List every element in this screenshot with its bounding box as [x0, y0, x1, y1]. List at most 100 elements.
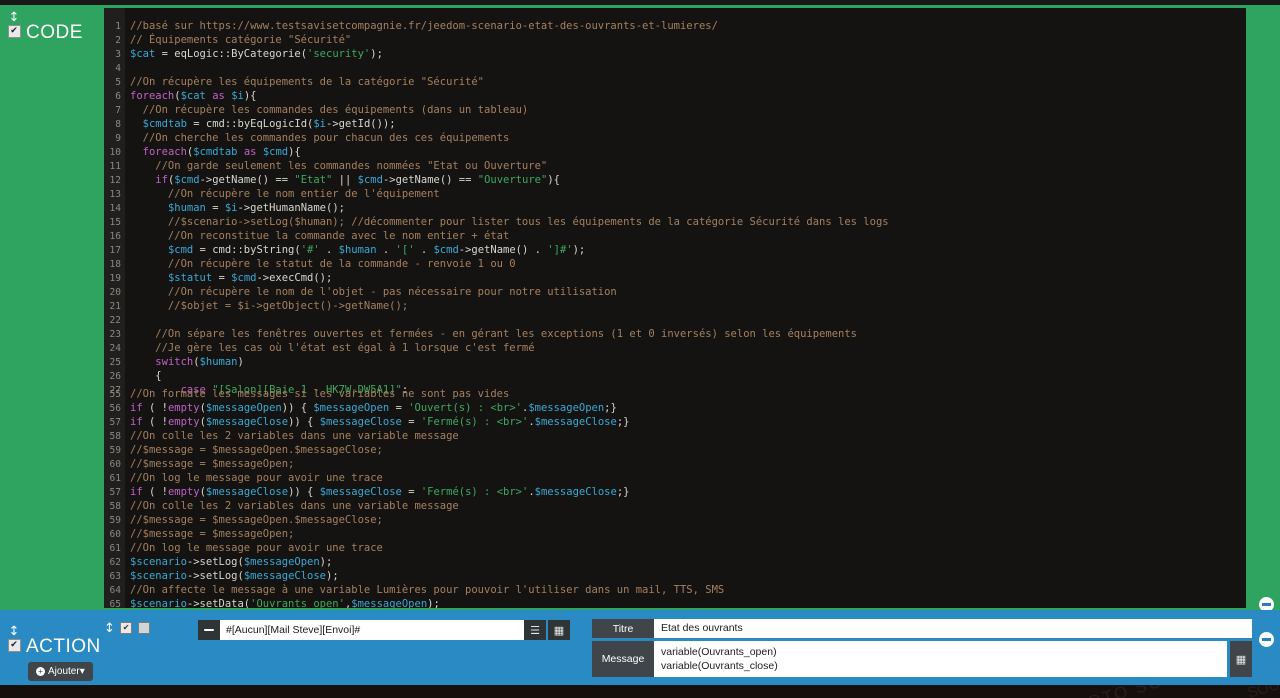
code-line[interactable]: 19 $statut = $cmd->execCmd();	[104, 272, 1246, 286]
code-line[interactable]: 2 // Équipements catégorie "Sécurité"	[104, 34, 1246, 48]
action-row-stop-icon[interactable]	[138, 621, 151, 634]
code-line[interactable]: 61 //On log le message pour avoir une tra…	[104, 542, 1246, 556]
code-line[interactable]: 21 //$objet = $i->getObject()->getName()…	[104, 300, 1246, 314]
line-number: 8	[115, 119, 121, 130]
code-line[interactable]: 22	[104, 314, 1246, 328]
code-line[interactable]: 24 //Je gère les cas où l'état est égal …	[104, 342, 1246, 356]
code-line-text: //$scenario->setLog($human); //décomment…	[130, 216, 889, 228]
code-panel-title: CODE	[26, 22, 83, 43]
code-line-text: $human = $i->getHumanName();	[167, 202, 345, 214]
code-line[interactable]: 8 $cmdtab = cmd::byEqLogicId($i->getId()…	[104, 118, 1246, 132]
code-line[interactable]: 56 if ( !empty($messageOpen)) { $messageO…	[104, 402, 1246, 416]
line-number: 15	[109, 217, 121, 228]
code-line-text: //$message = $messageOpen;	[130, 528, 295, 540]
code-line-text: if ( !empty($messageClose)) { $messageCl…	[130, 416, 630, 428]
line-number: 56	[109, 403, 121, 414]
line-number: 61	[109, 473, 121, 484]
code-line[interactable]: 17 $cmd = cmd::byString('#' . $human . '…	[104, 244, 1246, 258]
code-line[interactable]: 16 //On reconstitue la commande avec le …	[104, 230, 1246, 244]
code-line[interactable]: 12 if($cmd->getName() == "Etat" || $cmd-…	[104, 174, 1246, 188]
code-line-text: //On récupère les équipements de la caté…	[130, 76, 485, 88]
line-number: 24	[109, 343, 121, 354]
line-number: 61	[109, 543, 121, 554]
code-text-area[interactable]: 1 //basé sur https://www.testsavisetcompa…	[104, 8, 1246, 608]
code-line[interactable]: 18 //On récupère le statut de la command…	[104, 258, 1246, 272]
field-row-message: Message variable(Ouvrants_open) variable…	[592, 641, 1252, 677]
code-line[interactable]: 14 $human = $i->getHumanName();	[104, 202, 1246, 216]
code-line-text: //On récupère le statut de la commande -…	[130, 258, 516, 270]
code-line-text: //On récupère les commandes des équipeme…	[130, 104, 529, 116]
code-line[interactable]: 13 //On récupère le nom entier de l'équi…	[104, 188, 1246, 202]
field-input-titre[interactable]	[654, 619, 1252, 638]
code-line[interactable]: 59 //$message = $messageOpen.$messageClos…	[104, 444, 1246, 458]
updown-arrow-icon[interactable]: ↕	[6, 624, 22, 638]
updown-arrow-icon[interactable]: ↕	[104, 621, 115, 636]
code-line[interactable]: 7 //On récupère les commandes des équipe…	[104, 104, 1246, 118]
watermark-text-2: SOUS	[1246, 685, 1280, 698]
action-command-row: ☰ ▦	[198, 620, 570, 640]
action-enabled-checkbox[interactable]: ✔	[7, 639, 21, 652]
line-number: 2	[115, 35, 121, 46]
action-drag-handle[interactable]: ↕ ✔	[6, 624, 22, 652]
code-line[interactable]: 6 foreach($cat as $i){	[104, 90, 1246, 104]
code-line[interactable]: 20 //On récupère le nom de l'objet - pas…	[104, 286, 1246, 300]
code-line[interactable]: 23 //On sépare les fenêtres ouvertes et …	[104, 328, 1246, 342]
code-line[interactable]: 15 //$scenario->setLog($human); //décomm…	[104, 216, 1246, 230]
code-line[interactable]: 57 if ( !empty($messageClose)) { $message…	[104, 486, 1246, 500]
code-line[interactable]: 25 switch($human)	[104, 356, 1246, 370]
code-line-text: $statut = $cmd->execCmd();	[167, 272, 333, 284]
code-line-text: //On reconstitue la commande avec le nom…	[130, 230, 510, 242]
code-line[interactable]: 58 //On colle les 2 variables dans une va…	[104, 500, 1246, 514]
code-line[interactable]: 65 $scenario->setData('Ouvrants_open',$me…	[104, 598, 1246, 608]
code-line[interactable]: 64 //On affecte le message à une variable…	[104, 584, 1246, 598]
code-drag-handle[interactable]: ↕ ✔	[6, 10, 22, 45]
code-line[interactable]: 58 //On colle les 2 variables dans une va…	[104, 430, 1246, 444]
line-number: 14	[109, 203, 121, 214]
code-line-text: $cmd = cmd::byString('#' . $human . '[' …	[167, 244, 586, 256]
code-line-text: //On affecte le message à une variable L…	[130, 584, 725, 596]
list-icon[interactable]: ☰	[524, 620, 546, 640]
code-line[interactable]: 26 {	[104, 370, 1246, 384]
line-number: 64	[109, 585, 121, 596]
code-line[interactable]: 55 //On formate les messages si les varia…	[104, 388, 1246, 402]
grid-icon[interactable]: ▦	[548, 620, 570, 640]
line-number: 12	[109, 175, 121, 186]
code-line[interactable]: 60 //$message = $messageOpen;	[104, 528, 1246, 542]
code-line[interactable]: 60 //$message = $messageOpen;	[104, 458, 1246, 472]
code-enabled-checkbox[interactable]: ✔	[7, 25, 21, 38]
code-line[interactable]: 3 $cat = eqLogic::ByCategorie('security')…	[104, 48, 1246, 62]
action-command-input[interactable]	[220, 620, 524, 640]
action-row-checkbox[interactable]: ✔	[120, 621, 133, 634]
code-line[interactable]: 4	[104, 62, 1246, 76]
code-line[interactable]: 63 $scenario->setLog($messageClose);	[104, 570, 1246, 584]
code-line[interactable]: 1 //basé sur https://www.testsavisetcompa…	[104, 20, 1246, 34]
line-number: 60	[109, 529, 121, 540]
code-line[interactable]: 57 if ( !empty($messageClose)) { $message…	[104, 416, 1246, 430]
code-scrollbar[interactable]	[1247, 5, 1254, 610]
code-line-text: //On récupère le nom de l'objet - pas né…	[130, 286, 617, 298]
code-line-text: //On formate les messages si les variabl…	[130, 388, 510, 400]
line-number: 26	[109, 371, 121, 382]
action-row-handle[interactable]: ↕ ✔	[104, 621, 154, 636]
code-line-text: //basé sur https://www.testsavisetcompag…	[130, 20, 718, 32]
remove-action-button[interactable]	[198, 620, 220, 640]
line-number: 62	[109, 557, 121, 568]
code-line[interactable]: 61 //On log le message pour avoir une tra…	[104, 472, 1246, 486]
code-line[interactable]: 5 //On récupère les équipements de la cat…	[104, 76, 1246, 90]
message-picker-icon[interactable]: ▦	[1230, 641, 1252, 677]
action-collapse-button[interactable]	[1259, 632, 1274, 647]
code-line[interactable]: 62 $scenario->setLog($messageOpen);	[104, 556, 1246, 570]
code-line[interactable]: 9 //On cherche les commandes pour chacun…	[104, 132, 1246, 146]
code-line[interactable]: 59 //$message = $messageOpen.$messageClos…	[104, 514, 1246, 528]
code-line-text: //On cherche les commandes pour chacun d…	[130, 132, 510, 144]
code-panel: ↕ ✔ CODE 1 //basé sur https://www.testsav…	[0, 5, 1280, 612]
line-number: 4	[115, 63, 121, 74]
code-line[interactable]: 11 //On garde seulement les commandes no…	[104, 160, 1246, 174]
code-editor[interactable]: 1 //basé sur https://www.testsavisetcompa…	[104, 8, 1246, 608]
field-input-message[interactable]: variable(Ouvrants_open) variable(Ouvrant…	[654, 641, 1227, 677]
add-action-button[interactable]: + Ajouter▾	[28, 662, 93, 681]
code-line-text: $cat = eqLogic::ByCategorie('security');	[130, 48, 383, 60]
updown-arrow-icon[interactable]: ↕	[6, 10, 22, 24]
line-number: 57	[109, 487, 121, 498]
code-line[interactable]: 10 foreach($cmdtab as $cmd){	[104, 146, 1246, 160]
